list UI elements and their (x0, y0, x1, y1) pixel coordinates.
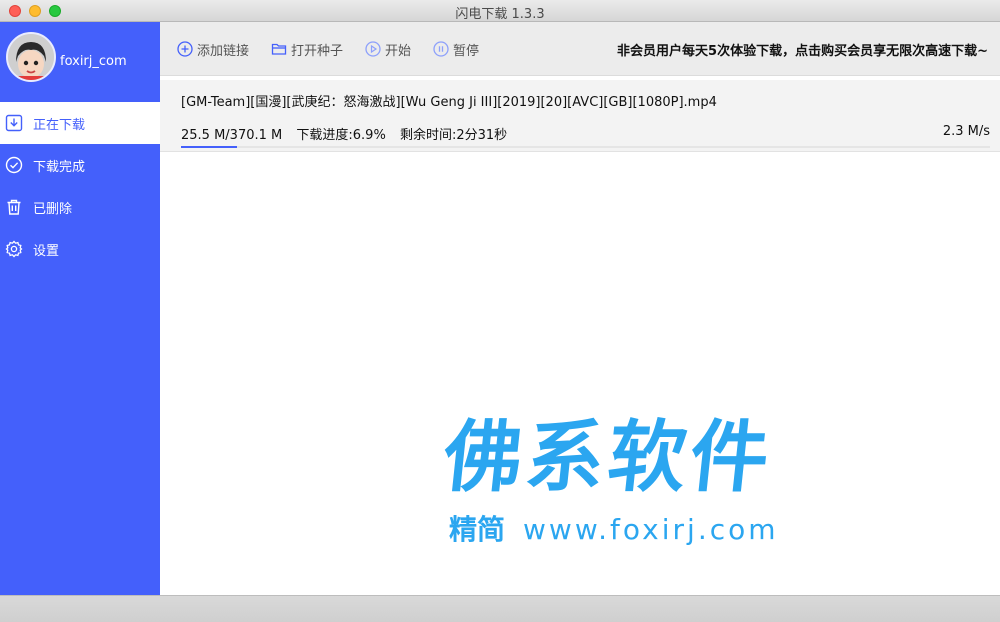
download-icon (5, 114, 23, 132)
sidebar-item-label: 已删除 (33, 201, 73, 217)
folder-icon (271, 41, 287, 57)
task-stats: 25.5 M/370.1 M 下载进度:6.9% 剩余时间:2分31秒 (181, 124, 517, 143)
open-torrent-button[interactable]: 打开种子 (271, 39, 343, 59)
member-promo-link[interactable]: 非会员用户每天5次体验下载，点击购买会员享无限次高速下载~ (617, 40, 988, 59)
task-speed: 2.3 M/s (942, 124, 990, 139)
task-progress-text: 下载进度:6.9% (296, 128, 386, 143)
pause-label: 暂停 (453, 43, 480, 59)
username: foxirj_com (60, 54, 127, 69)
bottom-bar (0, 595, 1000, 622)
sidebar: foxirj_com 正在下载 下载完成 已删除 设置 (0, 22, 160, 595)
sidebar-item-label: 正在下载 (33, 117, 86, 133)
download-task[interactable]: [GM-Team][国漫][武庚纪：怒海激战][Wu Geng Ji III][… (160, 80, 1000, 152)
task-filename: [GM-Team][国漫][武庚纪：怒海激战][Wu Geng Ji III][… (181, 95, 717, 110)
window-title: 闪电下载 1.3.3 (455, 7, 545, 22)
toolbar: 添加链接 打开种子 开始 暂停 非会员用户每天5次体验下载，点击购买会员享无限次… (160, 22, 1000, 76)
progress-bar (181, 146, 990, 148)
task-remaining-time: 剩余时间:2分31秒 (399, 128, 508, 143)
sidebar-item-completed[interactable]: 下载完成 (0, 144, 160, 186)
task-size: 25.5 M/370.1 M (181, 128, 283, 143)
sidebar-item-downloading[interactable]: 正在下载 (0, 102, 160, 144)
start-button[interactable]: 开始 (365, 39, 411, 59)
open-torrent-label: 打开种子 (291, 43, 344, 59)
add-link-label: 添加链接 (197, 43, 250, 59)
pause-circle-icon (433, 41, 449, 57)
user-profile: foxirj_com (0, 22, 160, 102)
add-link-button[interactable]: 添加链接 (177, 39, 249, 59)
play-circle-icon (365, 41, 381, 57)
pause-button[interactable]: 暂停 (433, 39, 479, 59)
sidebar-item-label: 下载完成 (33, 159, 86, 175)
avatar-image (8, 34, 54, 80)
progress-bar-fill (181, 146, 237, 148)
title-bar: 闪电下载 1.3.3 (0, 0, 1000, 22)
trash-icon (5, 198, 23, 216)
sidebar-item-settings[interactable]: 设置 (0, 228, 160, 270)
plus-circle-icon (177, 41, 193, 57)
start-label: 开始 (385, 43, 412, 59)
avatar[interactable] (6, 32, 56, 82)
check-circle-icon (5, 156, 23, 174)
sidebar-item-label: 设置 (33, 243, 60, 259)
main-panel: 添加链接 打开种子 开始 暂停 非会员用户每天5次体验下载，点击购买会员享无限次… (160, 22, 1000, 595)
sidebar-item-deleted[interactable]: 已删除 (0, 186, 160, 228)
gear-icon (5, 240, 23, 258)
